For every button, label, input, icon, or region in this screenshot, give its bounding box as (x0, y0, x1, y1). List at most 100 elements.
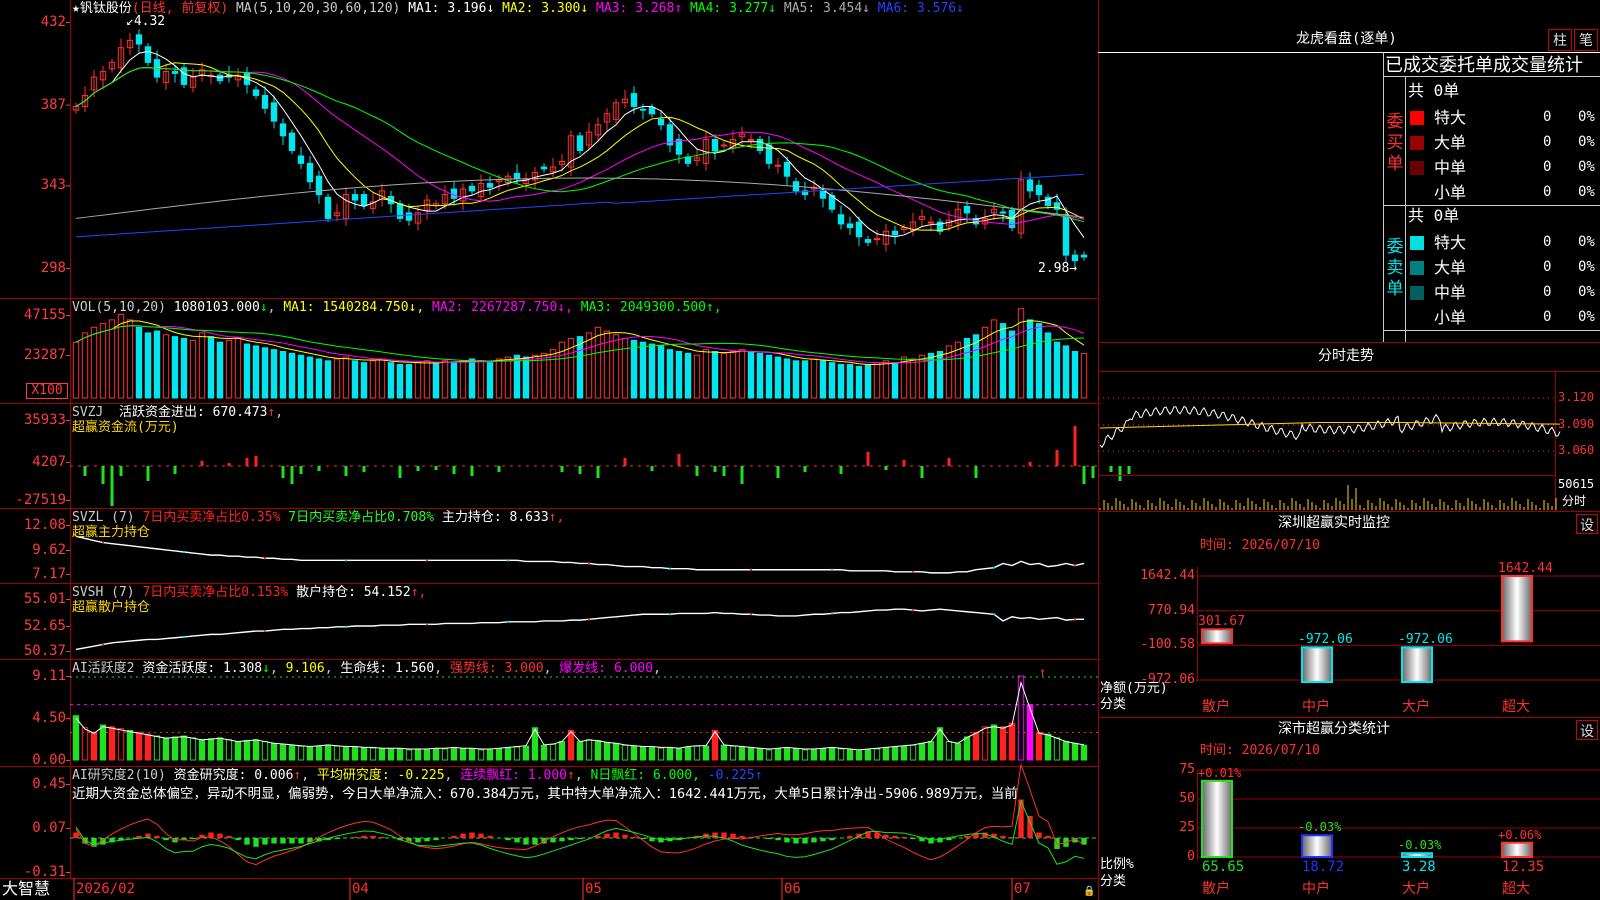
ai-active-bar (828, 747, 836, 761)
order-row-name: 中单 (1434, 158, 1467, 177)
svzj-bar (497, 466, 501, 472)
ai-active-bar (1044, 733, 1052, 761)
ai-research-bar (253, 838, 259, 847)
svzj-bar (695, 466, 699, 476)
ai-active-bar (1053, 737, 1061, 761)
charts-canvas[interactable]: ↑ (0, 0, 1600, 900)
candle-body (1080, 254, 1088, 258)
order-stats-header: 已成交委托单成交量统计 (1385, 55, 1583, 76)
bar-mode-button[interactable]: 柱 (1548, 29, 1572, 51)
y-tick-mark (66, 828, 70, 829)
candle-body (630, 93, 638, 107)
y-tick-mark (66, 462, 70, 463)
ai-active-bar (684, 746, 692, 761)
volume-bar (729, 351, 737, 399)
stats-bar-value: 65.65 (1202, 859, 1245, 875)
volume-bar (864, 364, 872, 399)
svzl-y-tick: 7.17 (32, 566, 66, 582)
order-stats-col (1405, 76, 1406, 342)
ai-active-bar (675, 748, 683, 761)
volume-bar (144, 332, 152, 399)
volume-bar (468, 358, 476, 399)
monitor-settings-button[interactable]: 设 (1576, 514, 1598, 534)
ai-research-bar (271, 838, 277, 844)
y-tick-mark (66, 718, 70, 719)
svsh-line-dot (507, 620, 509, 623)
svzl-line-dot (912, 570, 914, 573)
ai-research-label: 资金研究度: 0.006 (173, 768, 294, 783)
ai-research-bar (532, 838, 538, 845)
monitor-bar (1402, 647, 1432, 682)
intraday-price-line (1099, 405, 1561, 449)
order-row-value: 0 (1543, 184, 1552, 200)
monitor-date: 时间: 2026/07/10 (1200, 538, 1320, 553)
ai-research-bar (280, 838, 286, 844)
svsh-line-dot (669, 613, 671, 616)
volume-bar (477, 360, 485, 399)
monitor-cat-label: 中户 (1302, 699, 1330, 715)
ai-active-bar (333, 745, 341, 761)
ai-active-bar (1008, 722, 1016, 761)
ai-research-bar (370, 835, 376, 838)
ai-active-bar (468, 748, 476, 761)
ai-research-bar (514, 838, 520, 843)
high-price-label: ↙4.32 (126, 14, 166, 29)
volume-bar (711, 351, 719, 399)
monitor-bar (1202, 629, 1232, 644)
volume-bar (297, 354, 305, 399)
svzj-bar (1109, 466, 1113, 472)
ai-active-bar (567, 729, 575, 761)
volume-bar (819, 360, 827, 399)
ai-active-bar (360, 747, 368, 761)
ai-active-bar (549, 743, 557, 761)
svzj-bar (101, 466, 105, 484)
tick-mode-button[interactable]: 笔 (1574, 29, 1598, 51)
stats-y-axis (1197, 770, 1198, 860)
svzl-y-tick: 12.08 (23, 517, 66, 533)
candle-body (783, 161, 791, 177)
volume-bar (738, 349, 746, 399)
volume-bar (873, 362, 881, 399)
svzj-bar (866, 452, 870, 466)
stock-terminal: ↑ ★钒钛股份(日线, 前复权) MA(5,10,20,30,60,120) M… (0, 0, 1600, 900)
ai-active-bar (189, 737, 197, 761)
intraday-title: 分时走势 (1318, 348, 1374, 364)
header-segment: 7日内买卖净占比0.153% (142, 585, 289, 600)
ai-research-bar (460, 833, 466, 838)
candle-body (648, 106, 656, 115)
candle-body (756, 138, 764, 152)
ai-active-bar (243, 740, 251, 761)
svzj-bar (245, 458, 249, 466)
stats-settings-button[interactable]: 设 (1576, 720, 1598, 740)
svsh-line-dot (426, 623, 428, 626)
order-row-value: 0 (1543, 234, 1552, 250)
monitor-bar (1302, 647, 1332, 682)
ai-active-bar (144, 733, 152, 761)
svzj-y-tick: 35933 (23, 412, 66, 428)
ai-active-bar (585, 739, 593, 761)
y-tick-mark (66, 355, 70, 356)
ai-active-bar (234, 741, 242, 761)
vol-value: 1080103.000 (173, 300, 260, 315)
ai-active-bar (729, 745, 737, 761)
ai-active-bar (504, 747, 512, 761)
candle-body (315, 175, 323, 196)
ai-active-line (75, 680, 1085, 751)
ai-active-bar (369, 747, 377, 761)
lock-icon[interactable]: 🔒 (1083, 884, 1095, 899)
order-color-swatch (1410, 136, 1424, 150)
ai-active-bar (756, 748, 764, 761)
svzj-bar (902, 460, 906, 466)
ai-research-y-tick: 0.07 (32, 820, 66, 836)
candle-body (927, 221, 935, 224)
ai-active-bar (117, 728, 125, 761)
ai-active-bar (783, 747, 791, 761)
volume-bar (1008, 330, 1016, 399)
price-y-tick: 298 (40, 260, 66, 276)
volume-bar (1035, 323, 1043, 399)
ai-active-bar (765, 749, 773, 761)
ai-active-bar (819, 748, 827, 761)
candle-body (486, 183, 494, 188)
svzl-line-dot (507, 559, 509, 562)
order-row-name: 大单 (1434, 258, 1467, 277)
